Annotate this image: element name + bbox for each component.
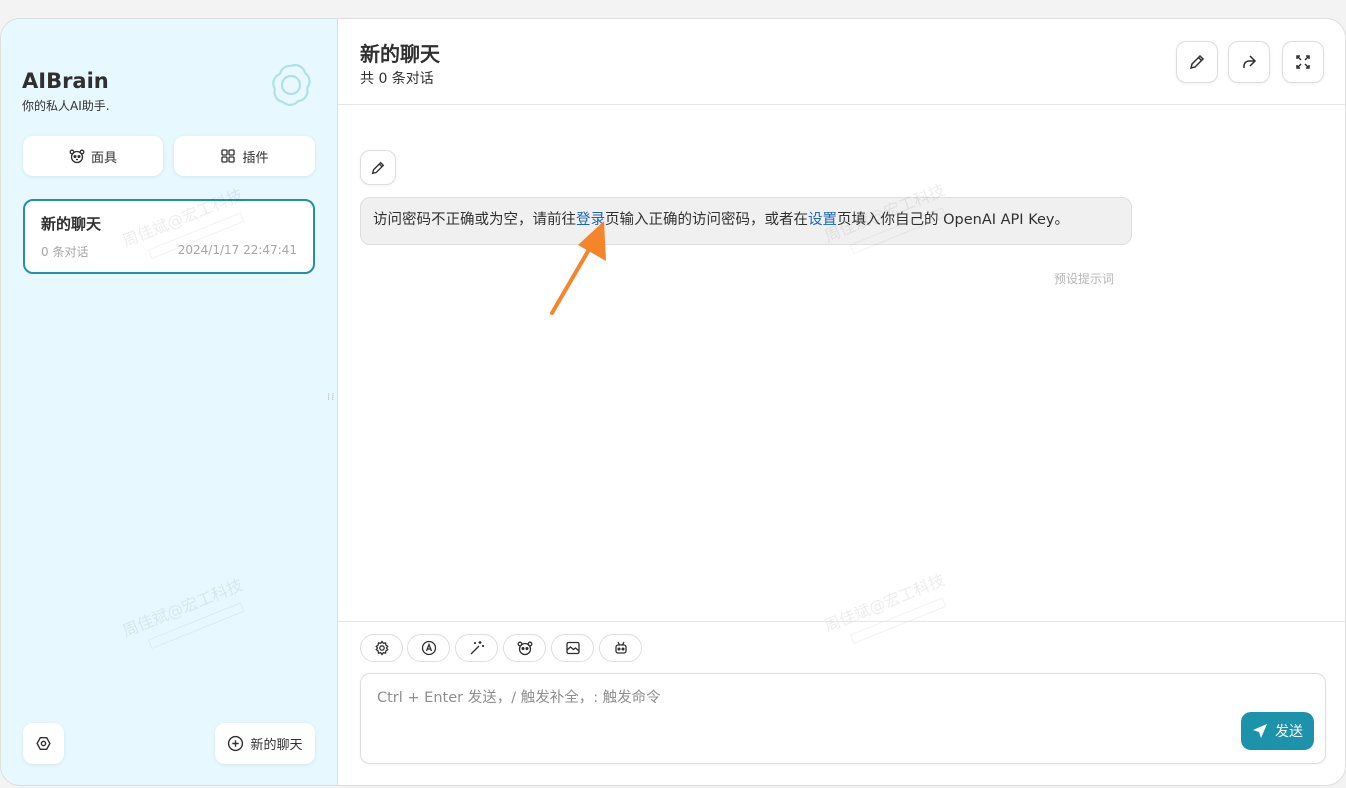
fullscreen-icon [1296, 55, 1310, 69]
magic-wand-icon [470, 641, 484, 655]
chat-item-count: 0 条对话 [41, 245, 89, 259]
new-chat-button[interactable]: 新的聊天 [215, 723, 315, 764]
settings-link[interactable]: 设置 [808, 212, 837, 228]
new-chat-label: 新的聊天 [250, 738, 303, 753]
fullscreen-button[interactable] [1282, 41, 1324, 83]
pencil-icon [1189, 54, 1205, 70]
chat-item-time: 2024/1/17 22:47:41 [177, 243, 297, 257]
grid-icon [221, 149, 236, 163]
message-bubble: 访问密码不正确或为空，请前往登录页输入正确的访问密码，或者在设置页填入你自己的 … [360, 197, 1132, 245]
settings-icon [36, 736, 51, 751]
mask-tool[interactable] [503, 634, 546, 662]
watermark: 周佳斌@宏工科技 [118, 571, 252, 656]
chat-settings-tool[interactable] [360, 634, 403, 662]
annotation-arrow-icon [550, 221, 606, 315]
app-window: AIBrain 你的私人AI助手. 面具 插件 新的聊天 0 条对话 2024/… [0, 18, 1346, 786]
chat-title: 新的聊天 [360, 42, 440, 66]
robot-icon [614, 641, 627, 654]
resize-handle[interactable]: ⁞⁞ [327, 393, 335, 411]
auto-theme-icon [421, 640, 436, 656]
plugin-button-label: 插件 [242, 150, 269, 166]
brand-title: AIBrain [22, 69, 109, 93]
message-text: 页输入正确的访问密码，或者在 [605, 212, 808, 228]
edit-message-button[interactable] [360, 150, 396, 185]
message-input[interactable] [361, 674, 1325, 763]
message-note: 预设提示词 [1054, 272, 1115, 286]
send-button[interactable]: 发送 [1241, 712, 1314, 750]
prompt-tool[interactable] [455, 634, 498, 662]
share-button[interactable] [1228, 41, 1270, 83]
mask-button-label: 面具 [90, 150, 117, 166]
send-button-label: 发送 [1275, 724, 1303, 740]
chat-main: 新的聊天 共 0 条对话 访问密码不正确或为空，请前往登录页输入正确的访问密码，… [338, 19, 1345, 785]
mask-button[interactable]: 面具 [23, 136, 163, 176]
chat-subtitle: 共 0 条对话 [360, 71, 434, 87]
send-icon [1253, 724, 1267, 738]
sidebar: AIBrain 你的私人AI助手. 面具 插件 新的聊天 0 条对话 2024/… [1, 19, 338, 785]
share-icon [1243, 55, 1257, 68]
mask-icon [517, 641, 532, 656]
message-input-box: 发送 [360, 673, 1326, 764]
add-circle-icon [228, 735, 244, 752]
brand-subtitle: 你的私人AI助手. [22, 99, 110, 113]
rename-chat-button[interactable] [1176, 41, 1218, 83]
image-tool[interactable] [551, 634, 594, 662]
model-tool[interactable] [599, 634, 642, 662]
theme-tool[interactable] [407, 634, 450, 662]
openai-logo-icon [272, 63, 311, 107]
mask-icon [69, 149, 85, 164]
chat-list-item[interactable]: 新的聊天 0 条对话 2024/1/17 22:47:41 [23, 199, 315, 274]
chat-item-title: 新的聊天 [41, 215, 102, 233]
plugin-button[interactable]: 插件 [174, 136, 315, 176]
chat-header: 新的聊天 共 0 条对话 [338, 19, 1345, 105]
image-icon [565, 641, 580, 655]
input-panel: 发送 [338, 621, 1345, 785]
settings-button[interactable] [23, 723, 64, 764]
message-text: 页填入你自己的 OpenAI API Key。 [837, 212, 1069, 228]
pencil-icon [371, 161, 385, 174]
gear-icon [374, 640, 389, 656]
